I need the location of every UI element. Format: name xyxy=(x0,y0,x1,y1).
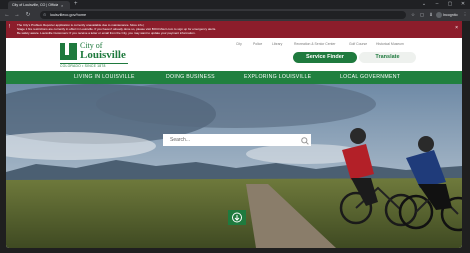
utility-link-recreation[interactable]: Recreation & Senior Center xyxy=(294,42,335,46)
utility-link-city[interactable]: City xyxy=(236,42,242,46)
alert-line[interactable]: Be safety aware. Louisville Customers: I… xyxy=(17,31,216,35)
utility-link-police[interactable]: Police xyxy=(253,42,262,46)
window-close-icon[interactable]: ✕ xyxy=(457,0,469,9)
utility-link-museum[interactable]: Historical Museum xyxy=(376,42,404,46)
search-icon[interactable] xyxy=(299,134,311,146)
alert-banner: ! The City's Problem Reporter applicatio… xyxy=(6,21,462,38)
address-bar[interactable]: ⊙ louisvilleco.gov/home xyxy=(40,11,406,19)
search-input[interactable]: Search... xyxy=(170,134,190,146)
page-viewport: ! The City's Problem Reporter applicatio… xyxy=(6,21,462,248)
logo-name-text[interactable]: Louisville xyxy=(80,49,126,61)
alert-text: The City's Problem Reporter application … xyxy=(17,23,216,35)
service-finder-button[interactable]: Service Finder xyxy=(293,52,357,63)
hero-banner: Search... xyxy=(6,84,462,248)
translate-button[interactable]: Translate xyxy=(359,52,416,63)
site-info-icon[interactable]: ⊙ xyxy=(43,11,46,19)
scroll-down-button[interactable] xyxy=(228,210,246,225)
arrow-down-circle-icon xyxy=(232,212,242,223)
bookmark-star-icon[interactable]: ☆ xyxy=(409,10,417,20)
utility-link-library[interactable]: Library xyxy=(272,42,282,46)
hero-search-box[interactable]: Search... xyxy=(163,134,311,146)
forward-icon[interactable]: → xyxy=(13,10,21,20)
alert-close-icon[interactable]: × xyxy=(455,25,458,31)
alert-icon: ! xyxy=(9,24,11,30)
nav-doing-business[interactable]: DOING BUSINESS xyxy=(166,71,215,84)
side-panel-icon[interactable]: ▢ xyxy=(418,10,426,20)
utility-link-golf[interactable]: Golf Course xyxy=(349,42,367,46)
maximize-icon[interactable]: ▢ xyxy=(444,0,456,9)
incognito-label: Incognito xyxy=(443,13,458,17)
reload-icon[interactable]: ↻ xyxy=(24,10,32,20)
minimize-icon[interactable]: – xyxy=(431,0,443,9)
browser-toolbar: ← → ↻ ⊙ louisvilleco.gov/home ☆ ▢ ⬇ Inco… xyxy=(0,9,470,21)
new-tab-icon[interactable]: + xyxy=(74,1,78,8)
profile-avatar[interactable] xyxy=(436,12,442,18)
nav-living-in-louisville[interactable]: LIVING IN LOUISVILLE xyxy=(74,71,135,84)
menu-icon[interactable]: ⋮ xyxy=(461,10,469,20)
tab-search-icon[interactable]: ⌄ xyxy=(418,0,430,9)
close-icon[interactable]: × xyxy=(61,3,63,8)
download-icon[interactable]: ⬇ xyxy=(427,10,435,20)
nav-local-government[interactable]: LOCAL GOVERNMENT xyxy=(340,71,400,84)
browser-tab[interactable]: City of Louisville, CO | Officia × xyxy=(8,1,70,9)
nav-exploring-louisville[interactable]: EXPLORING LOUISVILLE xyxy=(244,71,311,84)
url-text: louisvilleco.gov/home xyxy=(50,13,87,17)
city-logo-icon[interactable] xyxy=(60,43,77,60)
main-nav: LIVING IN LOUISVILLE DOING BUSINESS EXPL… xyxy=(6,71,462,84)
logo-tagline: COLORADO • SINCE 1878 xyxy=(60,64,106,68)
browser-tab-strip: City of Louisville, CO | Officia × + ⌄ –… xyxy=(0,0,470,9)
tab-title: City of Louisville, CO | Officia xyxy=(12,3,58,7)
back-icon[interactable]: ← xyxy=(3,10,11,20)
